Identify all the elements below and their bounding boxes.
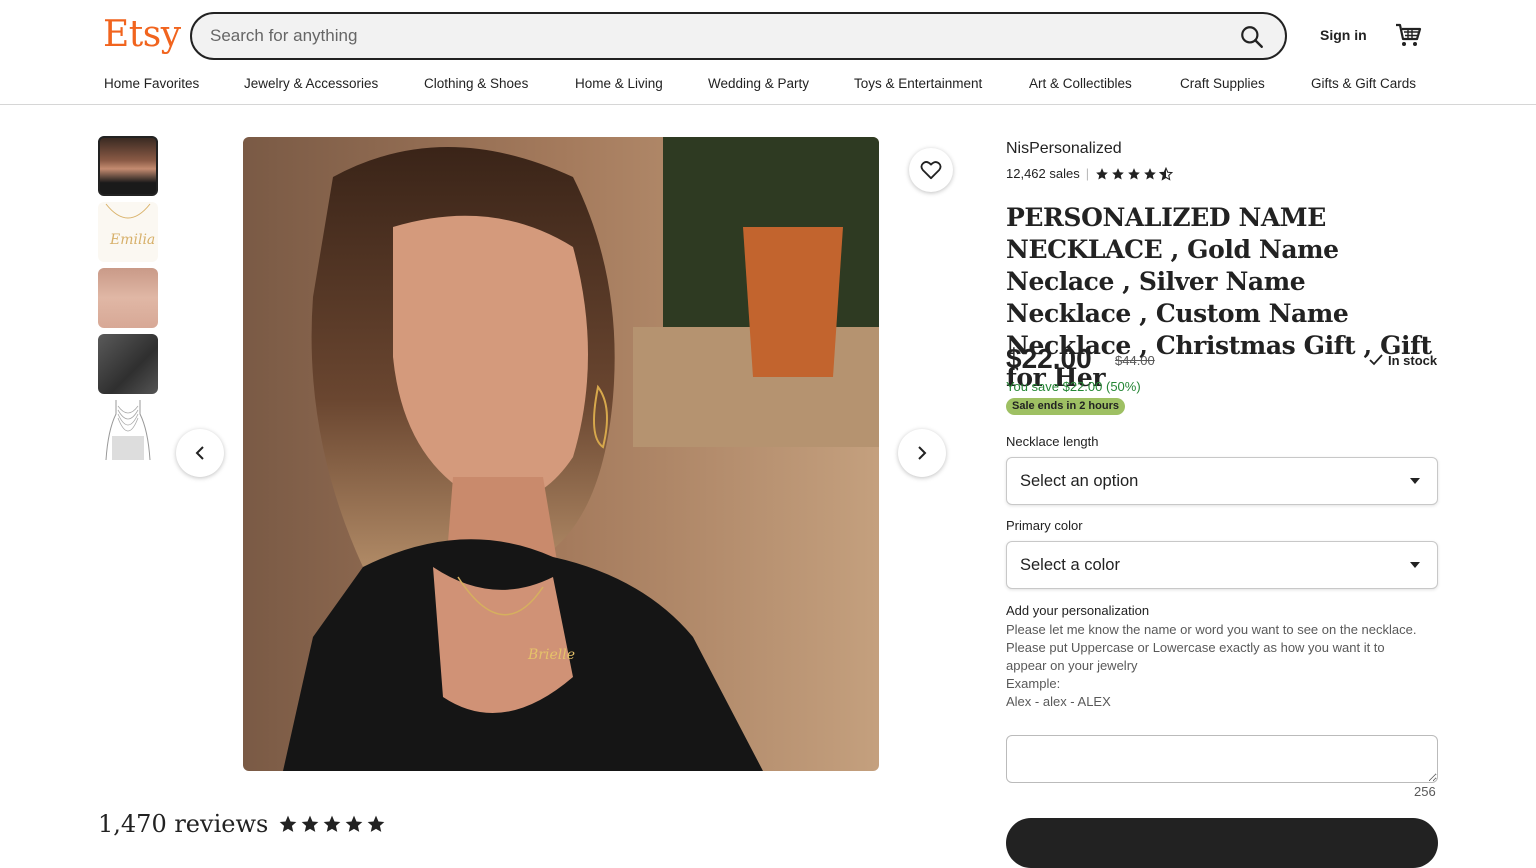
- star-icon: [367, 815, 385, 832]
- reviews-star-rating: [278, 814, 386, 834]
- personalization-label: Add your personalization: [1006, 603, 1150, 618]
- sale-ends-badge: Sale ends in 2 hours: [1006, 398, 1125, 415]
- reviews-count: 1,470 reviews: [98, 810, 269, 838]
- nav-jewelry[interactable]: Jewelry & Accessories: [244, 76, 424, 91]
- thumbnail-4[interactable]: [98, 334, 158, 394]
- svg-text:Emilia: Emilia: [109, 232, 155, 248]
- star-icon: [1112, 167, 1124, 180]
- savings-text: You save $22.00 (50%): [1006, 379, 1141, 394]
- instruction-line: Alex - alex - ALEX: [1006, 694, 1111, 709]
- sign-in-link[interactable]: Sign in: [1320, 27, 1367, 43]
- thumbnail-1[interactable]: [98, 136, 158, 196]
- stock-label: In stock: [1388, 352, 1438, 368]
- search-bar: [190, 12, 1287, 60]
- etsy-logo[interactable]: Etsy: [103, 14, 181, 55]
- current-price: $22.00: [1006, 343, 1092, 374]
- original-price: $44.00: [1115, 353, 1155, 368]
- thumbnail-5[interactable]: [98, 400, 158, 460]
- char-counter: 256: [1414, 784, 1436, 799]
- instruction-line: Example:: [1006, 676, 1061, 691]
- thumbnail-3[interactable]: [98, 268, 158, 328]
- category-nav: Home Favorites Jewelry & Accessories Clo…: [104, 76, 1416, 91]
- star-icon: [323, 815, 341, 832]
- heart-icon: [920, 161, 942, 180]
- search-input[interactable]: [210, 14, 1210, 58]
- svg-text:Brielle: Brielle: [527, 647, 575, 663]
- star-icon: [345, 815, 363, 832]
- primary-color-select[interactable]: Select a color: [1006, 541, 1438, 589]
- personalization-textarea[interactable]: [1006, 735, 1438, 783]
- nav-gifts[interactable]: Gifts & Gift Cards: [1311, 76, 1416, 91]
- necklace-length-select[interactable]: Select an option: [1006, 457, 1438, 505]
- primary-color-value: Select a color: [1020, 556, 1120, 574]
- half-star-icon: [1159, 166, 1174, 181]
- sales-count: 12,462 sales: [1006, 166, 1080, 181]
- personalization-instructions: Please let me know the name or word you …: [1006, 621, 1426, 711]
- nav-home-living[interactable]: Home & Living: [575, 76, 708, 91]
- add-to-cart-button[interactable]: [1006, 818, 1438, 868]
- nav-wedding[interactable]: Wedding & Party: [708, 76, 854, 91]
- star-rating[interactable]: [1095, 166, 1174, 181]
- product-photo: Brielle: [243, 137, 879, 771]
- star-icon: [1144, 167, 1156, 180]
- instruction-line: Please put Uppercase or Lowercase exactl…: [1006, 640, 1385, 673]
- cart-icon[interactable]: [1394, 21, 1422, 49]
- prev-image-button[interactable]: [176, 429, 224, 477]
- star-icon: [301, 815, 319, 832]
- favorite-button[interactable]: [909, 148, 953, 192]
- thumbnail-2[interactable]: Emilia: [98, 202, 158, 262]
- nav-clothing[interactable]: Clothing & Shoes: [424, 76, 575, 91]
- reviews-heading: 1,470 reviews: [98, 810, 386, 838]
- next-image-button[interactable]: [898, 429, 946, 477]
- instruction-line: Please let me know the name or word you …: [1006, 622, 1417, 637]
- shop-stats: 12,462 sales |: [1006, 166, 1174, 181]
- nav-craft[interactable]: Craft Supplies: [1180, 76, 1311, 91]
- shop-name[interactable]: NisPersonalized: [1006, 140, 1122, 158]
- star-icon: [1128, 167, 1140, 180]
- search-icon[interactable]: [1239, 24, 1265, 50]
- check-icon: [1369, 354, 1383, 366]
- necklace-length-value: Select an option: [1020, 472, 1139, 490]
- stock-status: In stock: [1368, 352, 1437, 368]
- star-icon: [279, 815, 297, 832]
- image-thumbnails: Emilia: [98, 136, 158, 466]
- caret-down-icon: [1410, 562, 1420, 568]
- site-header: Etsy Sign in Home Favorites Jewelry & Ac…: [0, 0, 1536, 105]
- divider: |: [1085, 166, 1090, 181]
- chevron-left-icon: [195, 446, 204, 460]
- necklace-length-label: Necklace length: [1006, 434, 1099, 449]
- chevron-right-icon: [918, 446, 927, 460]
- nav-toys[interactable]: Toys & Entertainment: [854, 76, 1029, 91]
- star-icon: [1096, 167, 1108, 180]
- primary-color-label: Primary color: [1006, 518, 1083, 533]
- nav-art[interactable]: Art & Collectibles: [1029, 76, 1180, 91]
- caret-down-icon: [1410, 478, 1420, 484]
- nav-home-favorites[interactable]: Home Favorites: [104, 76, 244, 91]
- main-product-image: Brielle: [243, 137, 879, 771]
